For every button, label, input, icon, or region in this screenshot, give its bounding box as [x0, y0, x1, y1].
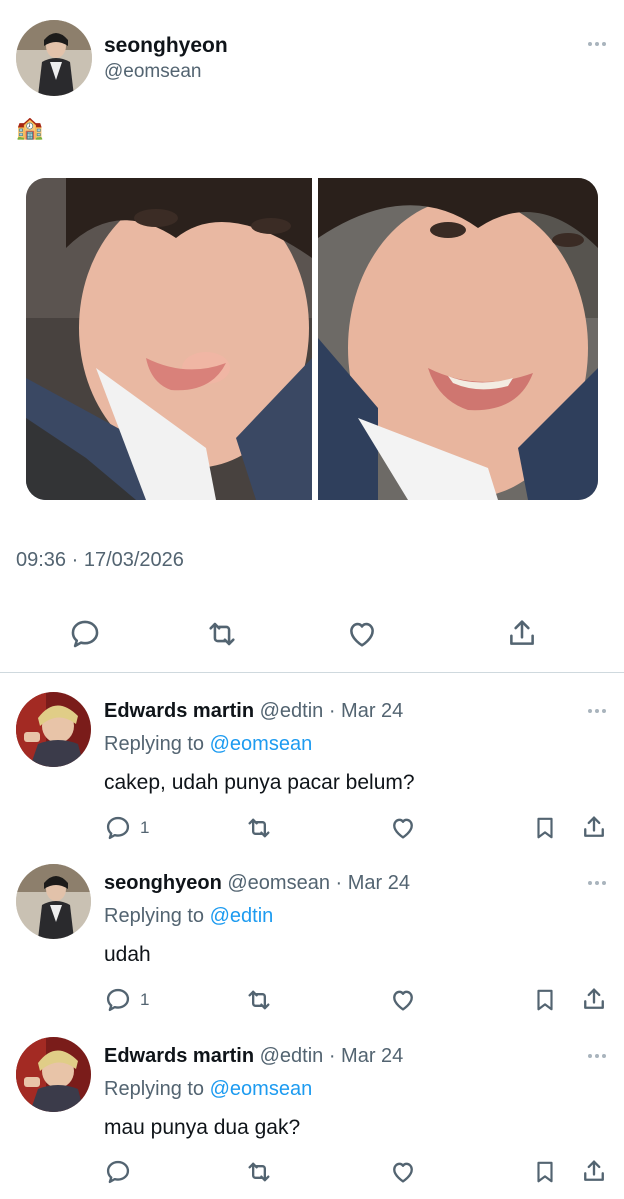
reply-author-handle[interactable]: @eomsean [227, 872, 330, 894]
replying-to-label: Replying to [104, 733, 205, 755]
reply-count: 1 [140, 818, 150, 837]
retweet-icon[interactable] [204, 617, 240, 651]
replying-to: Replying to @edtin [104, 905, 273, 928]
reply-count: 1 [140, 990, 150, 1009]
more-icon[interactable] [588, 42, 606, 46]
reply-icon[interactable] [104, 814, 132, 842]
replying-to: Replying to @eomsean [104, 733, 312, 756]
replying-to-handle[interactable]: @eomsean [210, 1078, 313, 1100]
reply-author-name[interactable]: Edwards martin [104, 1045, 254, 1067]
tweet-timestamp[interactable]: 09:36 · 17/03/2026 [16, 549, 184, 572]
replying-to-label: Replying to [104, 1078, 205, 1100]
more-icon[interactable] [588, 1054, 606, 1058]
share-icon[interactable] [505, 615, 539, 651]
reply-text: udah [104, 943, 151, 966]
replying-to-label: Replying to [104, 905, 205, 927]
bookmark-icon[interactable] [532, 814, 558, 842]
like-icon[interactable] [388, 1158, 418, 1186]
reply-avatar[interactable] [16, 692, 91, 767]
reply-author-name[interactable]: seonghyeon [104, 872, 222, 894]
tweet-text: 🏫 [16, 116, 44, 141]
author-avatar[interactable] [16, 20, 92, 96]
replying-to: Replying to @eomsean [104, 1078, 312, 1101]
retweet-icon[interactable] [244, 1158, 274, 1186]
reply-text: mau punya dua gak? [104, 1116, 301, 1139]
reply-header: Edwards martin @edtin · Mar 24 [104, 700, 403, 723]
retweet-icon[interactable] [244, 814, 274, 842]
divider [0, 672, 624, 673]
share-icon[interactable] [580, 812, 608, 842]
reply-icon[interactable] [104, 1158, 132, 1186]
retweet-icon[interactable] [244, 986, 274, 1014]
replying-to-handle[interactable]: @edtin [210, 905, 274, 927]
reply-text: cakep, udah punya pacar belum? [104, 771, 415, 794]
reply-date[interactable]: · Mar 24 [329, 700, 403, 722]
reply-author-handle[interactable]: @edtin [260, 700, 324, 722]
reply-date[interactable]: · Mar 24 [329, 1045, 403, 1067]
photo-left[interactable] [26, 178, 312, 500]
reply-date[interactable]: · Mar 24 [336, 872, 410, 894]
like-icon[interactable] [388, 814, 418, 842]
like-icon[interactable] [388, 986, 418, 1014]
reply-icon[interactable] [104, 986, 132, 1014]
more-icon[interactable] [588, 709, 606, 713]
reply-avatar[interactable] [16, 1037, 91, 1112]
bookmark-icon[interactable] [532, 1158, 558, 1186]
bookmark-icon[interactable] [532, 986, 558, 1014]
reply-icon[interactable] [68, 617, 102, 651]
like-icon[interactable] [344, 617, 380, 651]
reply-author-handle[interactable]: @edtin [260, 1045, 324, 1067]
more-icon[interactable] [588, 881, 606, 885]
reply-author-name[interactable]: Edwards martin [104, 700, 254, 722]
share-icon[interactable] [580, 984, 608, 1014]
author-handle[interactable]: @eomsean [104, 61, 201, 83]
replying-to-handle[interactable]: @eomsean [210, 733, 313, 755]
share-icon[interactable] [580, 1156, 608, 1186]
author-name[interactable]: seonghyeon [104, 34, 228, 58]
reply-avatar[interactable] [16, 864, 91, 939]
reply-header: seonghyeon @eomsean · Mar 24 [104, 872, 410, 895]
media-grid [26, 178, 598, 500]
reply-header: Edwards martin @edtin · Mar 24 [104, 1045, 403, 1068]
photo-right[interactable] [318, 178, 598, 500]
